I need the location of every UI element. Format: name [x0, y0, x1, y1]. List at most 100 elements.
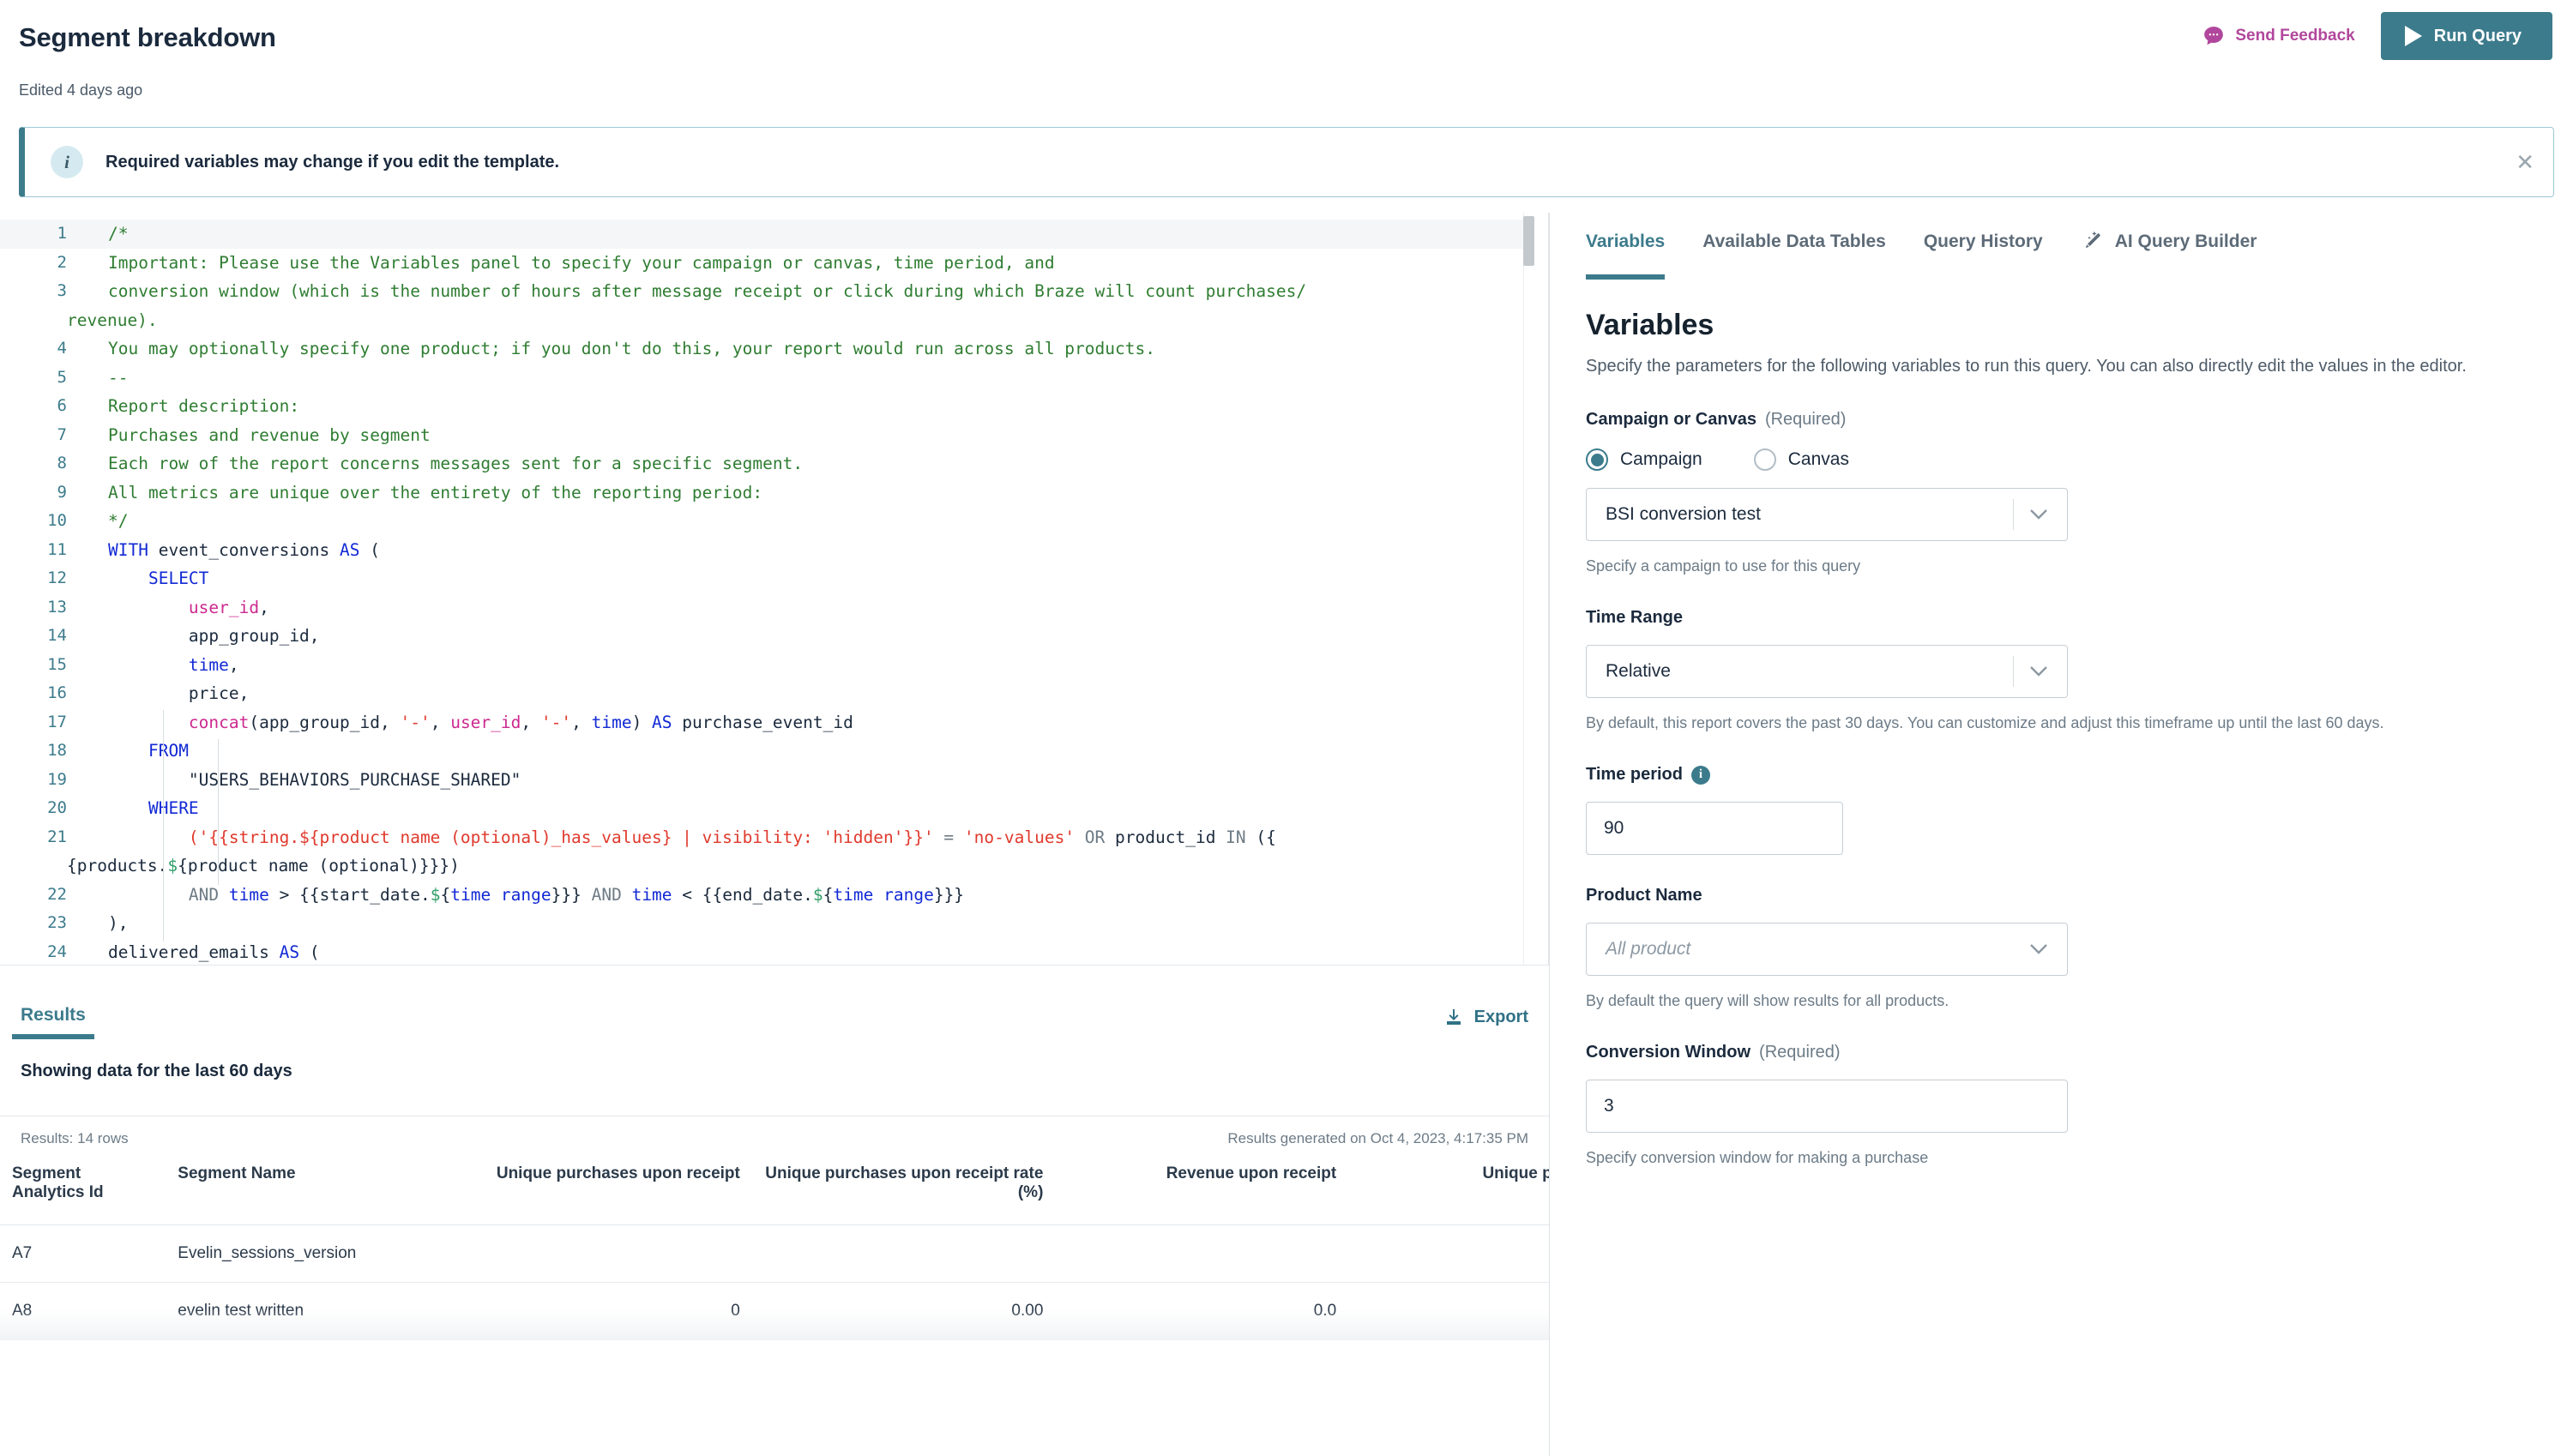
code-token: AND — [591, 884, 622, 905]
code-line[interactable]: app_group_id, — [0, 622, 1535, 651]
column-header-segment-name[interactable]: Segment Name — [166, 1147, 449, 1225]
label-time-period: Time period i — [1586, 765, 2537, 785]
column-header-unique-purchases-upon-click[interactable]: Unique purchases upon cl — [1348, 1147, 1549, 1225]
code-line[interactable]: Important: Please use the Variables pane… — [0, 249, 1535, 278]
table-cell — [751, 1224, 1056, 1283]
code-token: SELECT — [148, 569, 209, 588]
run-query-button[interactable]: Run Query — [2380, 12, 2552, 60]
conversion-window-input[interactable] — [1586, 1080, 2068, 1134]
code-line[interactable]: FROM — [0, 737, 1535, 766]
code-line[interactable]: revenue). — [0, 306, 1535, 335]
page-header: Segment breakdown Edited 4 days ago Send… — [0, 0, 2573, 120]
code-token: ( — [299, 942, 320, 962]
label-campaign-or-canvas: Campaign or Canvas (Required) — [1586, 410, 2537, 430]
code-line[interactable]: price, — [0, 679, 1535, 708]
code-token: > {{start_date. — [268, 884, 431, 905]
time-period-input[interactable] — [1586, 802, 1843, 856]
export-button[interactable]: Export — [1443, 1007, 1528, 1039]
column-header-revenue-upon-receipt[interactable]: Revenue upon receipt — [1055, 1147, 1349, 1225]
code-token: /* — [108, 224, 129, 244]
select-divider — [2013, 499, 2014, 530]
code-line[interactable]: Each row of the report concerns messages… — [0, 449, 1535, 478]
code-line[interactable]: ('{{string.${product name (optional)_has… — [0, 823, 1535, 852]
code-line[interactable]: {products.${product name (optional)}}}) — [0, 851, 1535, 881]
code-token: price, — [108, 683, 250, 703]
code-line[interactable]: /* — [0, 220, 1535, 249]
radio-group-campaign-or-canvas: Campaign Canvas — [1586, 448, 2537, 471]
chevron-down-icon — [2029, 943, 2048, 955]
table-row[interactable]: A7 Evelin_sessions_version — [0, 1224, 1549, 1283]
info-icon[interactable]: i — [1691, 765, 1710, 785]
editor-scrollbar-thumb[interactable] — [1523, 216, 1534, 266]
table-cell: 0.00 — [751, 1282, 1056, 1340]
code-token: AND — [188, 884, 220, 905]
code-line[interactable]: AND time > {{start_date.${time range}}} … — [0, 881, 1535, 910]
time-range-select-value: Relative — [1606, 661, 1671, 682]
radio-option-canvas[interactable]: Canvas — [1753, 448, 1849, 471]
table-cell — [1348, 1282, 1549, 1340]
code-line[interactable]: -- — [0, 364, 1535, 393]
hint-time-range: By default, this report covers the past … — [1586, 714, 2384, 732]
label-product-name: Product Name — [1586, 886, 2537, 905]
code-line[interactable]: All metrics are unique over the entirety… — [0, 478, 1535, 508]
tab-ai-query-builder-label: AI Query Builder — [2114, 231, 2257, 251]
code-line[interactable]: delivered_emails AS ( — [0, 938, 1535, 966]
code-token: FROM — [148, 741, 189, 761]
panel-title: Variables — [1586, 309, 1714, 341]
column-header-unique-purchases-upon-receipt[interactable]: Unique purchases upon receipt — [449, 1147, 752, 1225]
sql-editor[interactable]: /* Important: Please use the Variables pa… — [0, 213, 1549, 966]
results-table-body: A7 Evelin_sessions_version A8 evelin test w… — [0, 1224, 1549, 1340]
column-header-segment-analytics-id[interactable]: Segment Analytics Id — [0, 1147, 166, 1225]
close-icon[interactable]: ✕ — [2516, 151, 2534, 173]
info-banner: i Required variables may change if you e… — [19, 127, 2554, 197]
code-line[interactable]: SELECT — [0, 564, 1535, 593]
code-line[interactable]: WITH event_conversions AS ( — [0, 536, 1535, 565]
code-token: You may optionally specify one product; … — [108, 339, 1155, 358]
code-line[interactable]: conversion window (which is the number o… — [0, 277, 1535, 306]
code-line[interactable]: You may optionally specify one product; … — [0, 334, 1535, 364]
sql-code[interactable]: /* Important: Please use the Variables pa… — [0, 220, 1535, 966]
table-cell — [1348, 1224, 1549, 1283]
radio-option-canvas-label: Canvas — [1787, 449, 1849, 469]
send-feedback-button[interactable]: Send Feedback — [2202, 25, 2355, 47]
code-line[interactable]: user_id, — [0, 593, 1535, 623]
code-token: user_id — [188, 597, 260, 617]
code-token: = — [933, 827, 964, 847]
table-row[interactable]: A8 evelin test written 0 0.00 0.0 — [0, 1282, 1549, 1340]
tab-ai-query-builder[interactable]: AI Query Builder — [2081, 213, 2257, 292]
tab-results[interactable]: Results — [12, 1005, 94, 1039]
code-token: {products. — [67, 856, 168, 875]
results-table-scroll[interactable]: Segment Analytics Id Segment Name Unique… — [0, 1147, 1549, 1340]
code-token: delivered_emails — [108, 942, 280, 962]
code-line[interactable]: Report description: — [0, 392, 1535, 421]
code-line[interactable]: concat(app_group_id, '-', user_id, '-', … — [0, 708, 1535, 737]
product-name-select[interactable]: All product — [1586, 923, 2068, 977]
radio-option-campaign[interactable]: Campaign — [1586, 448, 1702, 471]
code-line[interactable]: */ — [0, 507, 1535, 536]
tab-query-history-label: Query History — [1923, 231, 2043, 251]
code-line[interactable]: ), — [0, 909, 1535, 938]
indent-guide — [163, 710, 164, 942]
code-token: AS — [652, 712, 672, 732]
editor-vertical-scrollbar[interactable] — [1523, 213, 1535, 965]
tab-available-data-tables[interactable]: Available Data Tables — [1702, 213, 1886, 292]
code-line[interactable]: time, — [0, 651, 1535, 680]
tab-query-history[interactable]: Query History — [1924, 213, 2043, 292]
column-header-unique-purchases-upon-receipt-rate[interactable]: Unique purchases upon receipt rate (%) — [751, 1147, 1056, 1225]
tab-variables[interactable]: Variables — [1586, 213, 1666, 292]
info-icon: i — [51, 146, 83, 178]
code-line[interactable]: Purchases and revenue by segment — [0, 421, 1535, 450]
campaign-select[interactable]: BSI conversion test — [1586, 488, 2068, 541]
label-campaign-or-canvas-text: Campaign or Canvas — [1586, 410, 1757, 429]
results-toolbar: Results Export — [0, 966, 1549, 1039]
code-line[interactable]: WHERE — [0, 794, 1535, 823]
time-range-select[interactable]: Relative — [1586, 645, 2068, 699]
label-conversion-window: Conversion Window (Required) — [1586, 1043, 2537, 1062]
code-token: Each row of the report concerns messages… — [108, 454, 804, 473]
code-line[interactable]: "USERS_BEHAVIORS_PURCHASE_SHARED" — [0, 766, 1535, 795]
code-token: $ — [430, 884, 441, 905]
